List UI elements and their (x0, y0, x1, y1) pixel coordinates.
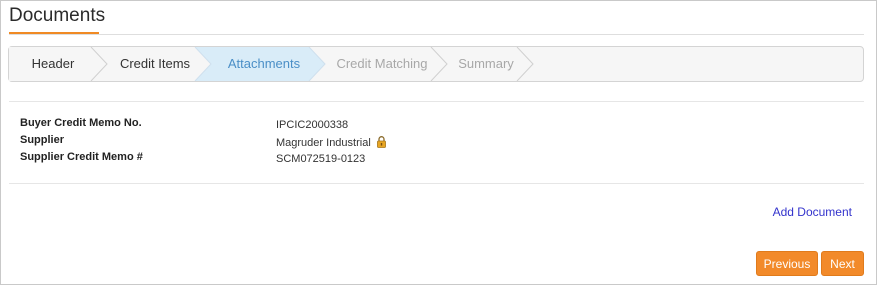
documents-panel: Documents Header Credit Items Attachment… (0, 0, 877, 285)
supplier-credit-memo-value: SCM072519-0123 (276, 153, 366, 165)
add-document-link[interactable]: Add Document (773, 205, 852, 219)
title-divider (9, 34, 864, 35)
details-bottom-divider (9, 183, 864, 184)
buyer-credit-memo-label: Buyer Credit Memo No. (20, 117, 142, 129)
wizard-step-credit-matching[interactable]: Credit Matching (323, 47, 441, 81)
details-top-divider (9, 101, 864, 102)
buyer-credit-memo-value: IPCIC2000338 (276, 119, 349, 131)
lock-icon[interactable] (376, 136, 386, 151)
wizard-step-header[interactable]: Header (9, 47, 97, 81)
wizard-step-attachments[interactable]: Attachments (209, 47, 319, 81)
supplier-credit-memo-label: Supplier Credit Memo # (20, 151, 143, 163)
page-title: Documents (9, 5, 106, 26)
wizard-step-summary[interactable]: Summary (445, 47, 527, 81)
wizard-steps: Header Credit Items Attachments Credit M… (8, 46, 864, 82)
supplier-label: Supplier (20, 134, 65, 146)
supplier-value: Magruder Industrial (276, 137, 371, 149)
wizard-step-credit-items[interactable]: Credit Items (105, 47, 205, 81)
supplier-value-row: Magruder Industrial (276, 136, 386, 151)
previous-button[interactable]: Previous (756, 251, 818, 276)
next-button[interactable]: Next (821, 251, 864, 276)
